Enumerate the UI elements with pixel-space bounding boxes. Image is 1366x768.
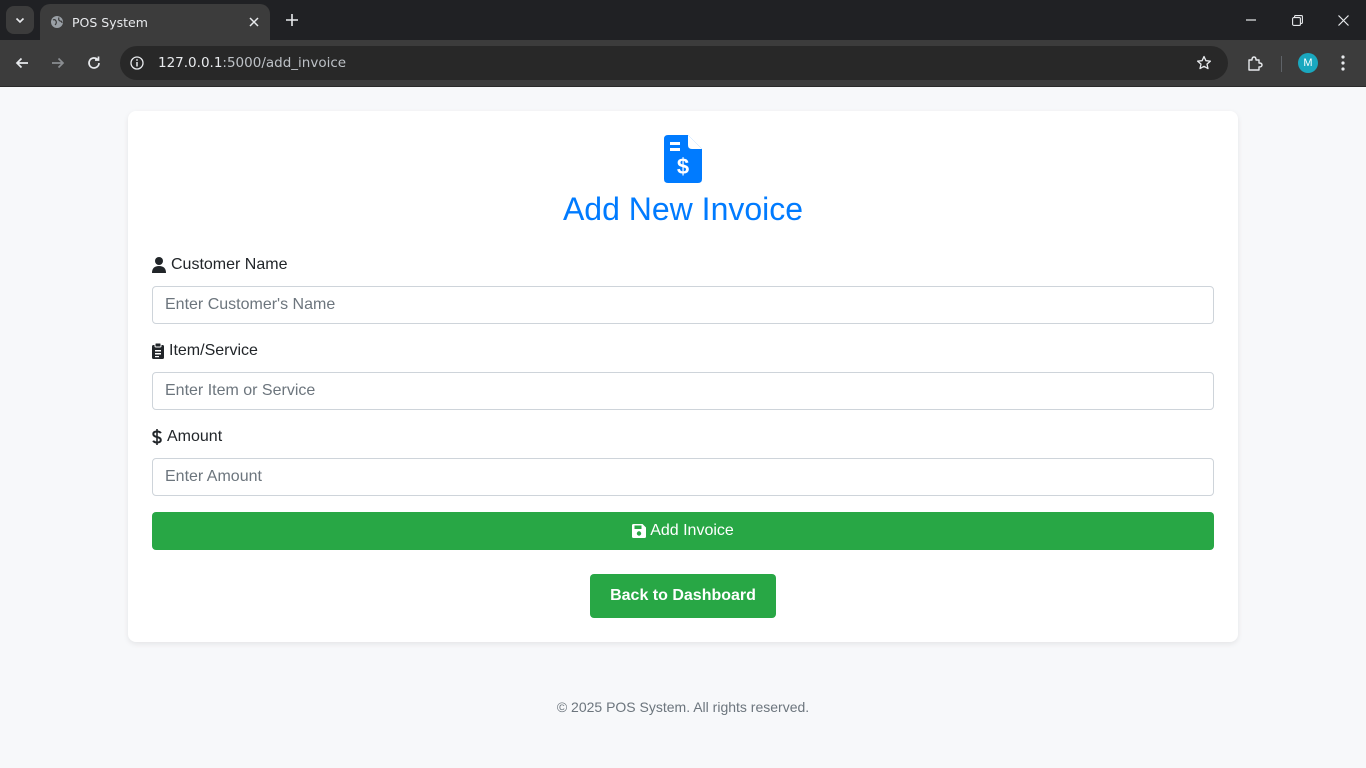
url-host: 127.0.0.1: [158, 55, 223, 71]
back-nav-button[interactable]: [7, 48, 37, 78]
url-text: 127.0.0.1:5000/add_invoice: [158, 55, 346, 71]
more-menu-icon[interactable]: [1332, 50, 1354, 76]
url-path: :5000/add_invoice: [222, 55, 347, 71]
customer-name-label-text: Customer Name: [171, 256, 288, 273]
user-icon: [152, 257, 166, 273]
profile-avatar[interactable]: M: [1298, 53, 1318, 73]
reload-button[interactable]: [79, 48, 109, 78]
add-invoice-button[interactable]: Add Invoice: [152, 512, 1214, 550]
restore-button[interactable]: [1274, 0, 1320, 40]
close-tab-icon[interactable]: [244, 12, 264, 32]
arrow-right-icon: [52, 57, 65, 69]
save-icon: [632, 524, 647, 538]
close-window-button[interactable]: [1320, 0, 1366, 40]
footer-copyright: © 2025 POS System. All rights reserved.: [556, 699, 810, 715]
new-tab-button[interactable]: [280, 8, 304, 32]
amount-input[interactable]: [152, 458, 1214, 496]
address-bar[interactable]: 127.0.0.1:5000/add_invoice: [120, 46, 1228, 80]
arrow-left-icon: [15, 57, 28, 69]
reload-icon: [88, 56, 100, 69]
browser-tabstrip: POS System: [0, 0, 1366, 40]
toolbar-divider: [1281, 56, 1282, 72]
invoice-dollar-icon: $: [664, 135, 702, 183]
browser-tab[interactable]: POS System: [40, 4, 270, 40]
item-service-input[interactable]: [152, 372, 1214, 410]
close-icon: [1337, 14, 1349, 26]
site-info-icon[interactable]: [124, 50, 150, 76]
back-to-dashboard-button[interactable]: Back to Dashboard: [590, 574, 776, 618]
amount-label: Amount: [152, 428, 222, 446]
forward-nav-button[interactable]: [43, 48, 73, 78]
customer-name-input[interactable]: [152, 286, 1214, 324]
plus-icon: [286, 14, 298, 26]
amount-label-text: Amount: [167, 428, 223, 445]
bookmark-star-icon[interactable]: [1194, 53, 1214, 73]
dollar-sign-icon: [152, 429, 162, 445]
extensions-puzzle-icon[interactable]: [1242, 50, 1268, 76]
restore-icon: [1291, 14, 1303, 26]
tab-search-button[interactable]: [6, 6, 34, 34]
page-title: Add New Invoice: [562, 191, 804, 227]
browser-toolbar: 127.0.0.1:5000/add_invoice M: [0, 40, 1366, 87]
tab-title: POS System: [72, 14, 148, 30]
item-service-label: Item/Service: [152, 342, 258, 360]
customer-name-label: Customer Name: [152, 256, 287, 274]
clipboard-icon: [152, 343, 164, 359]
invoice-form-card: $ Add New Invoice Customer Name Item/Ser…: [128, 111, 1238, 642]
globe-icon: [50, 15, 64, 29]
item-service-label-text: Item/Service: [169, 342, 258, 359]
minimize-button[interactable]: [1228, 0, 1274, 40]
svg-text:$: $: [677, 154, 689, 179]
chevron-down-icon: [15, 17, 25, 24]
add-invoice-button-label: Add Invoice: [650, 522, 734, 539]
minimize-icon: [1246, 19, 1256, 21]
